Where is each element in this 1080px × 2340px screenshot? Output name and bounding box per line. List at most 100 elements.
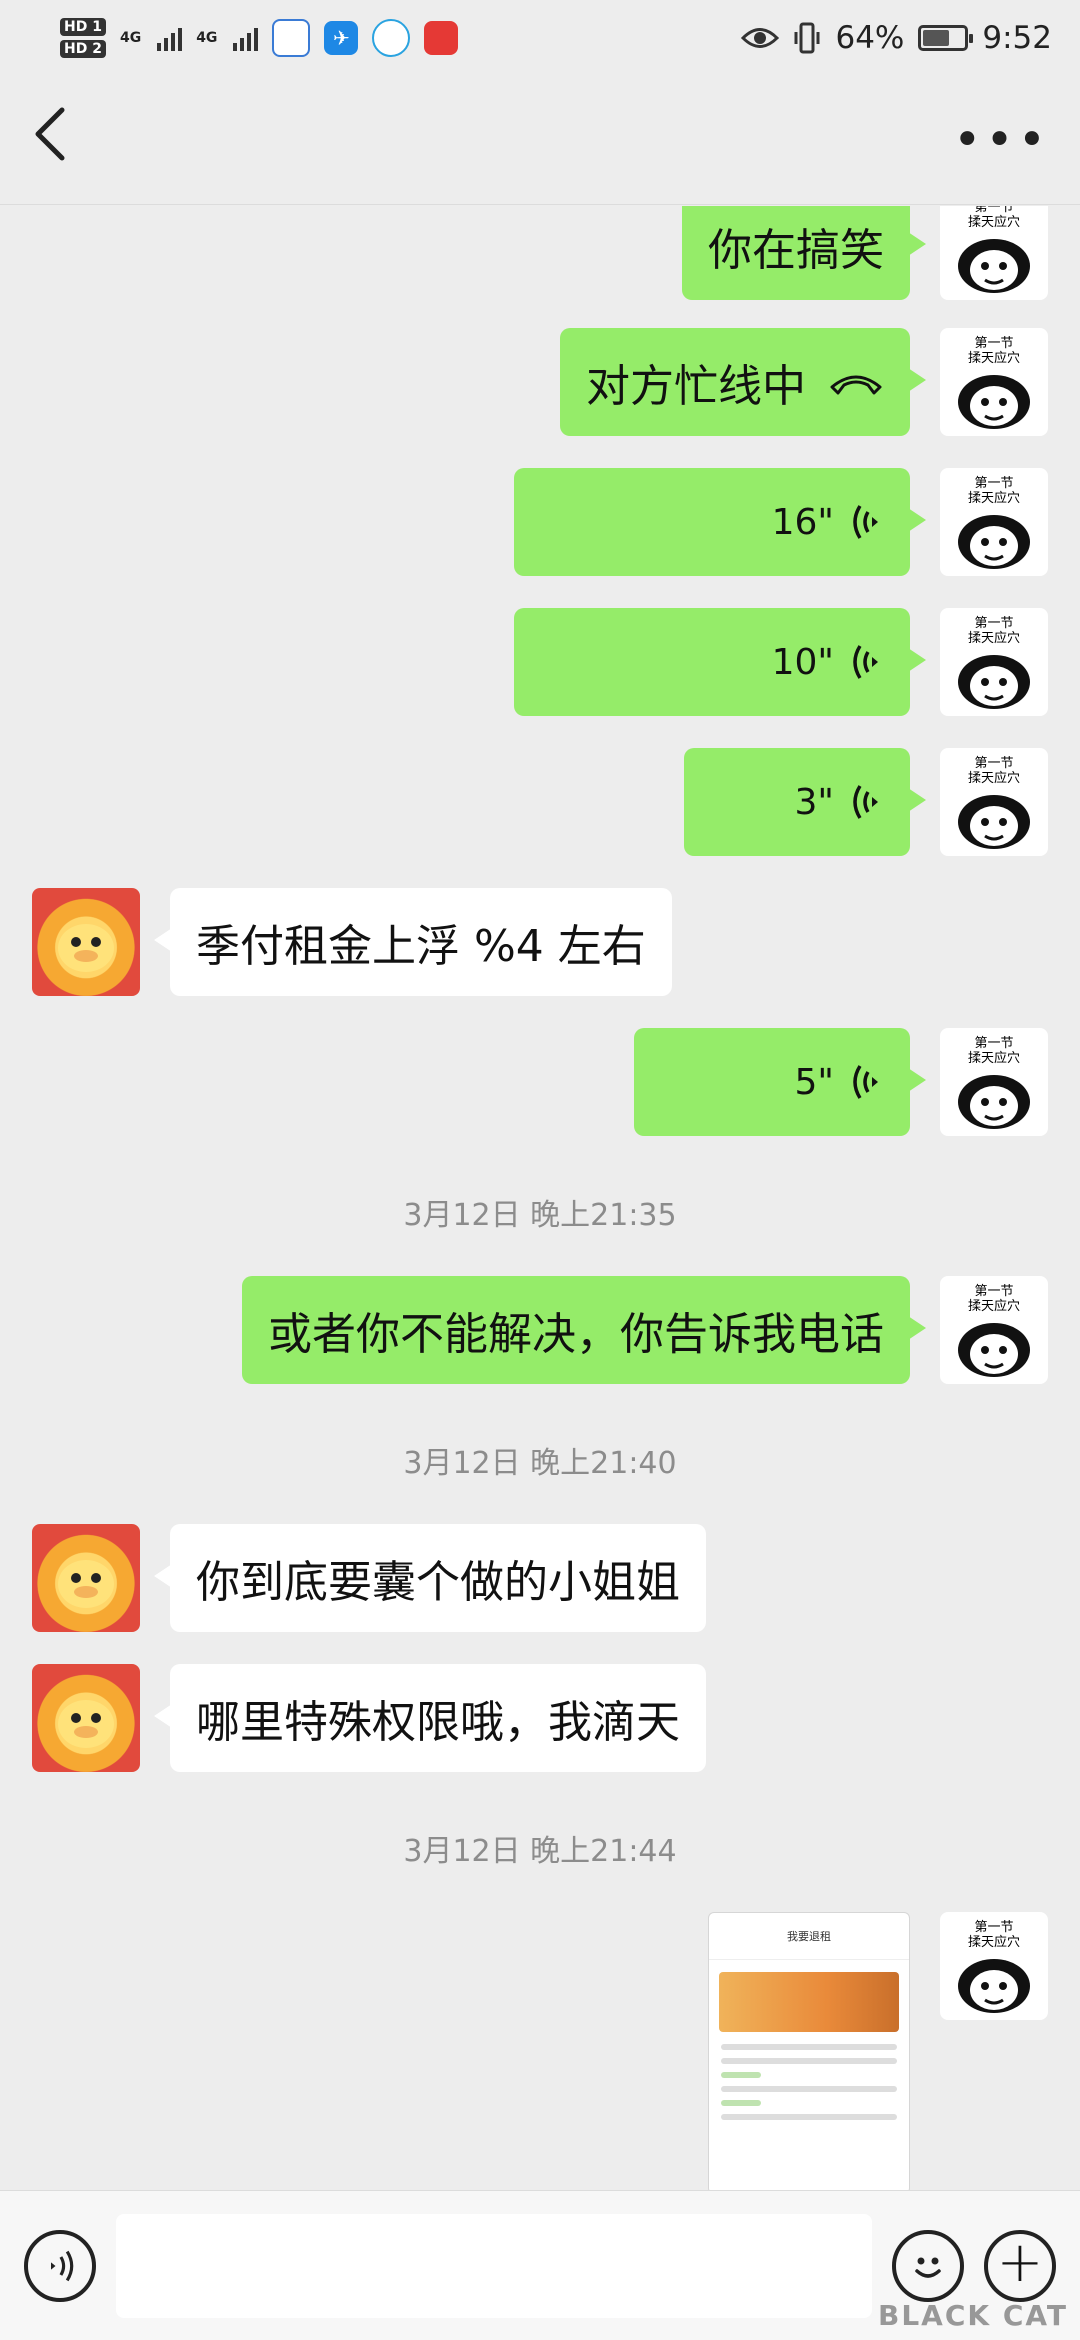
status-bar-left: HD 1 HD 2 4G 4G ✈ xyxy=(60,17,459,58)
sim-indicators: HD 1 HD 2 xyxy=(60,17,106,58)
image-thumbnail-line xyxy=(721,2072,761,2078)
avatar-caption-2: 揉天应穴 xyxy=(967,215,1020,230)
chevron-left-icon[interactable] xyxy=(30,104,70,175)
clock: 9:52 xyxy=(982,19,1052,56)
chat-messages[interactable]: 你在搞笑 第一节 揉天应穴 对方忙线中 第一节 揉天应穴 16" 第一节 揉天应… xyxy=(0,206,1080,2190)
emoji-icon[interactable] xyxy=(892,2229,964,2302)
network-type-2: 4G xyxy=(196,29,218,46)
chat-header: ••• xyxy=(0,75,1080,205)
duck-avatar-icon xyxy=(58,924,114,972)
avatar-caption-2: 揉天应穴 xyxy=(967,491,1020,506)
panda-face-icon xyxy=(958,515,1030,569)
voice-duration: 5" xyxy=(794,1061,834,1103)
contact-avatar[interactable] xyxy=(32,1524,140,1632)
app-notification-2-icon: ✈ xyxy=(324,20,359,55)
network-type-1: 4G xyxy=(119,29,142,46)
my-avatar[interactable]: 第一节 揉天应穴 xyxy=(940,748,1048,856)
image-message-thumbnail[interactable]: 我要退租 xyxy=(708,1912,910,2190)
panda-face-icon xyxy=(958,1959,1030,2013)
message-text: 季付租金上浮 %4 左右 xyxy=(196,921,646,972)
message-bubble-received[interactable]: 哪里特殊权限哦，我滴天 xyxy=(154,1664,706,1772)
my-avatar[interactable]: 第一节 揉天应穴 xyxy=(940,1028,1048,1136)
input-bar: + BLACK CAT xyxy=(0,2190,1080,2340)
my-avatar[interactable]: 第一节 揉天应穴 xyxy=(940,206,1048,300)
voice-message-bubble[interactable]: 5" xyxy=(634,1028,926,1136)
avatar-caption-1: 第一节 xyxy=(974,616,1014,631)
message-text: 或者你不能解决，你告诉我电话 xyxy=(268,1309,884,1360)
plus-glyph: + xyxy=(996,2229,1044,2295)
panda-face-icon xyxy=(958,239,1030,293)
voice-duration: 10" xyxy=(771,641,834,683)
message-bubble-received[interactable]: 季付租金上浮 %4 左右 xyxy=(154,888,672,996)
my-avatar[interactable]: 第一节 揉天应穴 xyxy=(940,328,1048,436)
message-bubble-sent[interactable]: 或者你不能解决，你告诉我电话 xyxy=(242,1276,926,1384)
image-thumbnail-line xyxy=(721,2100,761,2106)
voice-message-bubble[interactable]: 10" xyxy=(514,608,926,716)
image-thumbnail-line xyxy=(721,2114,897,2120)
signal-2-icon xyxy=(233,25,259,51)
timestamp-separator: 3月12日 晚上21:35 xyxy=(403,1198,677,1233)
avatar-caption-1: 第一节 xyxy=(974,1920,1014,1935)
voice-duration: 3" xyxy=(794,781,834,823)
avatar-caption-1: 第一节 xyxy=(974,206,1014,215)
voice-wave-icon xyxy=(853,1065,878,1099)
avatar-caption-2: 揉天应穴 xyxy=(967,351,1020,366)
avatar-caption-2: 揉天应穴 xyxy=(967,771,1020,786)
avatar-caption-2: 揉天应穴 xyxy=(967,1299,1020,1314)
contact-avatar[interactable] xyxy=(32,1664,140,1772)
message-text: 你到底要囊个做的小姐姐 xyxy=(196,1557,680,1608)
panda-face-icon xyxy=(958,795,1030,849)
more-dots-icon[interactable]: ••• xyxy=(953,112,1050,168)
timestamp-separator: 3月12日 晚上21:40 xyxy=(403,1446,677,1481)
status-bar-right: 64% 9:52 xyxy=(741,20,1052,56)
voice-duration: 16" xyxy=(771,501,834,543)
sim2-badge: HD 2 xyxy=(60,39,106,58)
app-notification-1-icon xyxy=(272,18,311,57)
battery-icon xyxy=(918,24,974,51)
timestamp-separator: 3月12日 晚上21:44 xyxy=(403,1834,677,1869)
sim1-badge: HD 1 xyxy=(60,17,106,36)
call-bubble[interactable]: 对方忙线中 xyxy=(560,328,926,436)
my-avatar[interactable]: 第一节 揉天应穴 xyxy=(940,608,1048,716)
watermark: BLACK CAT xyxy=(878,2299,1068,2332)
voice-input-icon[interactable] xyxy=(24,2229,96,2302)
voice-wave-icon xyxy=(853,785,878,819)
avatar-caption-1: 第一节 xyxy=(974,476,1014,491)
app-notification-4-icon xyxy=(424,20,459,55)
message-bubble-sent[interactable]: 你在搞笑 xyxy=(682,206,926,300)
voice-message-bubble[interactable]: 16" xyxy=(514,468,926,576)
panda-face-icon xyxy=(958,1075,1030,1129)
voice-wave-icon xyxy=(853,645,878,679)
my-avatar[interactable]: 第一节 揉天应穴 xyxy=(940,468,1048,576)
contact-avatar[interactable] xyxy=(32,888,140,996)
panda-face-icon xyxy=(958,1323,1030,1377)
message-input[interactable] xyxy=(116,2213,872,2318)
my-avatar[interactable]: 第一节 揉天应穴 xyxy=(940,1912,1048,2020)
signal-1-icon xyxy=(157,25,183,51)
eye-icon xyxy=(741,27,780,48)
app-notification-3-icon xyxy=(372,18,411,57)
image-thumbnail-banner xyxy=(719,1972,899,2032)
avatar-caption-2: 揉天应穴 xyxy=(967,1051,1020,1066)
status-bar: HD 1 HD 2 4G 4G ✈ 64% 9:52 xyxy=(0,0,1080,75)
phone-hangup-icon xyxy=(830,375,882,395)
avatar-caption-2: 揉天应穴 xyxy=(967,631,1020,646)
avatar-caption-2: 揉天应穴 xyxy=(967,1935,1020,1950)
message-bubble-received[interactable]: 你到底要囊个做的小姐姐 xyxy=(154,1524,706,1632)
voice-wave-icon xyxy=(853,505,878,539)
avatar-caption-1: 第一节 xyxy=(974,1284,1014,1299)
image-thumbnail-line xyxy=(721,2044,897,2050)
vibrate-icon xyxy=(794,22,820,53)
message-text: 哪里特殊权限哦，我滴天 xyxy=(196,1697,680,1748)
call-status-text: 对方忙线中 xyxy=(586,361,806,412)
voice-message-bubble[interactable]: 3" xyxy=(684,748,926,856)
image-thumbnail-title: 我要退租 xyxy=(709,1913,909,1960)
image-thumbnail-line xyxy=(721,2086,897,2092)
my-avatar[interactable]: 第一节 揉天应穴 xyxy=(940,1276,1048,1384)
image-thumbnail-line xyxy=(721,2058,897,2064)
battery-fill xyxy=(923,29,950,46)
battery-percent: 64% xyxy=(835,19,905,56)
panda-face-icon xyxy=(958,655,1030,709)
plus-icon[interactable]: + xyxy=(984,2229,1056,2302)
avatar-caption-1: 第一节 xyxy=(974,1036,1014,1051)
